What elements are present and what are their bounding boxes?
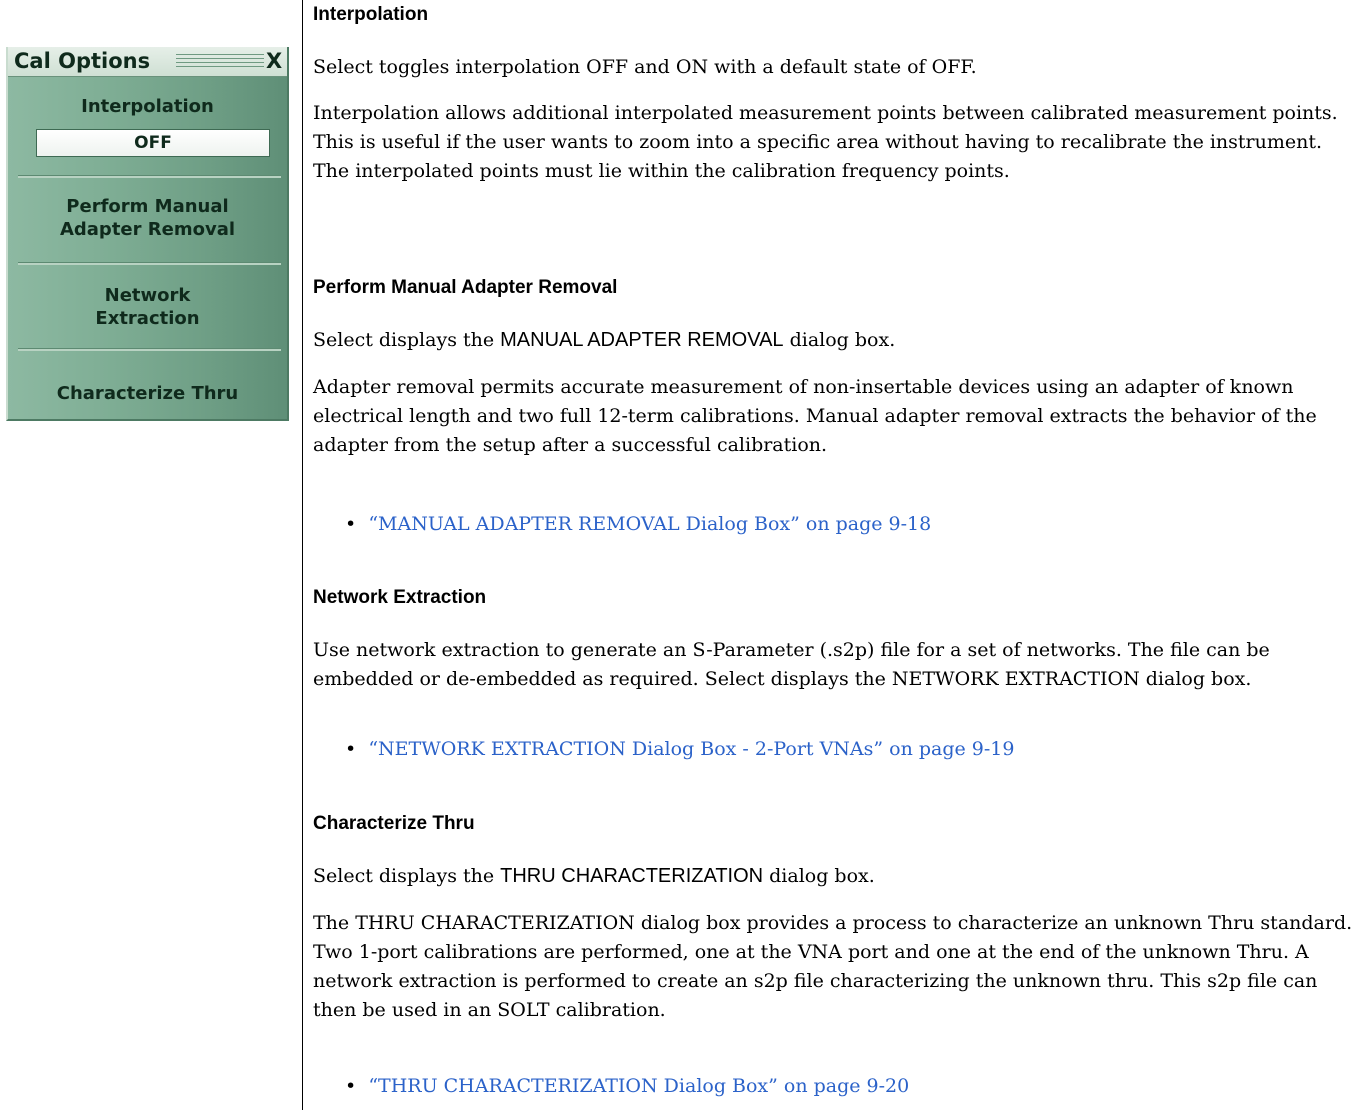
menu-divider (18, 348, 281, 351)
heading-adapter-removal: Perform Manual Adapter Removal (313, 277, 618, 298)
paragraph: The THRU CHARACTERIZATION dialog box pro… (313, 912, 1353, 1021)
paragraph: Select displays the MANUAL ADAPTER REMOV… (313, 329, 896, 351)
interpolation-label: Interpolation (81, 96, 214, 117)
title-bar-grip (176, 54, 264, 70)
button-label-line1: Perform Manual (66, 196, 229, 217)
button-label-line2: Extraction (95, 308, 200, 329)
menu-divider (18, 175, 281, 178)
heading-characterize-thru: Characterize Thru (313, 813, 475, 834)
panel-title-bar: Cal Options X (8, 47, 287, 77)
bullet-icon: • (345, 1075, 357, 1097)
panel-title: Cal Options (14, 49, 151, 73)
cal-options-panel: Cal Options X Interpolation OFF Perform … (6, 47, 289, 421)
button-label-line2: Adapter Removal (59, 219, 236, 240)
paragraph: Use network extraction to generate an S-… (313, 639, 1270, 690)
perform-manual-adapter-removal-button[interactable]: Perform Manual Adapter Removal (8, 195, 287, 241)
network-extraction-button[interactable]: Network Extraction (8, 284, 287, 330)
interpolation-toggle[interactable]: OFF (36, 129, 270, 157)
dialog-name: MANUAL ADAPTER REMOVAL (500, 329, 784, 351)
column-divider (302, 0, 303, 1110)
dialog-name: THRU CHARACTERIZATION (500, 865, 764, 887)
menu-divider (18, 262, 281, 265)
bullet-icon: • (345, 513, 357, 535)
button-label-line1: Network (104, 285, 191, 306)
close-button[interactable]: X (266, 49, 282, 73)
list-item: • “NETWORK EXTRACTION Dialog Box - 2-Por… (345, 735, 1015, 764)
link-manual-adapter-removal[interactable]: “MANUAL ADAPTER REMOVAL Dialog Box” on p… (368, 513, 931, 535)
button-label: Characterize Thru (56, 383, 239, 404)
characterize-thru-button[interactable]: Characterize Thru (8, 382, 287, 405)
list-item: • “MANUAL ADAPTER REMOVAL Dialog Box” on… (345, 510, 931, 539)
link-network-extraction[interactable]: “NETWORK EXTRACTION Dialog Box - 2-Port … (368, 738, 1014, 760)
heading-network-extraction: Network Extraction (313, 587, 487, 608)
paragraph: Adapter removal permits accurate measure… (313, 376, 1317, 456)
link-thru-characterization[interactable]: “THRU CHARACTERIZATION Dialog Box” on pa… (368, 1075, 909, 1097)
paragraph: Select toggles interpolation OFF and ON … (313, 56, 977, 78)
heading-interpolation: Interpolation (313, 4, 429, 25)
paragraph: Interpolation allows additional interpol… (313, 102, 1338, 182)
list-item: • “THRU CHARACTERIZATION Dialog Box” on … (345, 1072, 909, 1101)
paragraph: Select displays the THRU CHARACTERIZATIO… (313, 865, 875, 887)
bullet-icon: • (345, 738, 357, 760)
